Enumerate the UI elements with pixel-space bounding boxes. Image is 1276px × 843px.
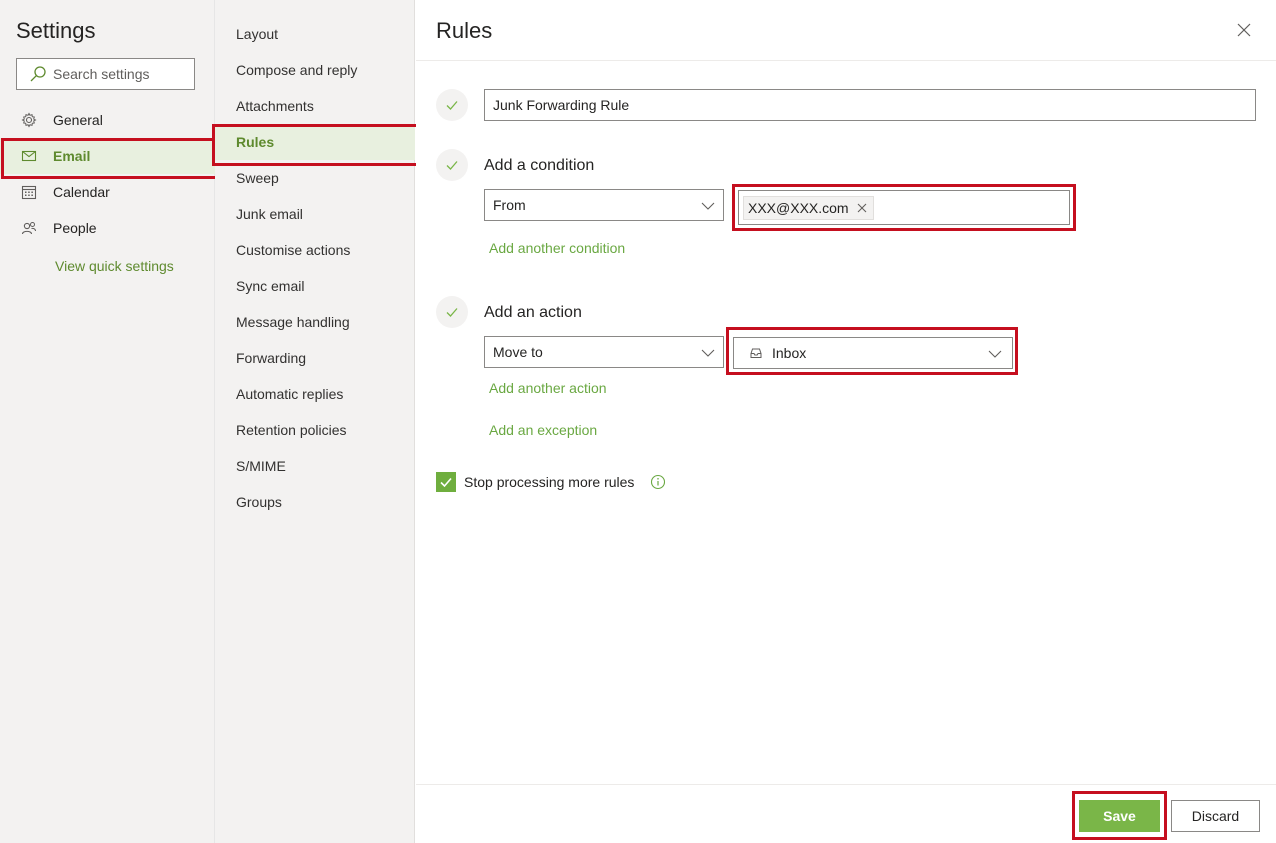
header-divider <box>416 60 1276 61</box>
rule-name-input[interactable] <box>484 89 1256 121</box>
stop-processing-checkbox[interactable] <box>436 472 456 492</box>
subnav-item-layout[interactable]: Layout <box>215 16 415 52</box>
stop-processing-label: Stop processing more rules <box>464 474 635 490</box>
nav-item-general-label: General <box>53 112 103 128</box>
action-type-value: Move to <box>493 344 543 360</box>
nav-item-calendar-label: Calendar <box>53 184 110 200</box>
rules-title: Rules <box>436 18 493 43</box>
email-subnav: Layout Compose and reply Attachments Rul… <box>212 16 420 520</box>
action-type-dropdown[interactable]: Move to <box>484 336 724 368</box>
chevron-down-icon <box>988 350 1002 358</box>
subnav-item-junk-email[interactable]: Junk email <box>215 196 415 232</box>
subnav-item-sweep[interactable]: Sweep <box>215 160 415 196</box>
add-another-action-link[interactable]: Add another action <box>489 380 607 396</box>
nav-item-email[interactable]: Email <box>0 138 218 179</box>
footer-divider <box>416 784 1276 785</box>
search-box[interactable] <box>16 58 195 90</box>
subnav-item-automatic-replies[interactable]: Automatic replies <box>215 376 415 412</box>
folder-dropdown[interactable]: Inbox <box>733 337 1013 369</box>
subnav-item-smime[interactable]: S/MIME <box>215 448 415 484</box>
recipient-chip: XXX@XXX.com <box>743 195 874 220</box>
view-quick-settings-link[interactable]: View quick settings <box>55 258 174 274</box>
nav-item-people[interactable]: People <box>0 210 215 246</box>
condition-type-dropdown[interactable]: From <box>484 189 724 221</box>
mail-icon <box>20 147 38 165</box>
subnav-item-attachments[interactable]: Attachments <box>215 88 415 124</box>
rule-name-step-check-icon <box>436 89 468 121</box>
subnav-item-sync-email[interactable]: Sync email <box>215 268 415 304</box>
remove-recipient-icon[interactable] <box>857 202 869 214</box>
search-icon <box>29 65 47 83</box>
subnav-item-groups[interactable]: Groups <box>215 484 415 520</box>
close-button[interactable] <box>1232 18 1256 42</box>
action-value-highlight: Inbox <box>726 327 1018 375</box>
nav-item-general[interactable]: General <box>0 102 215 138</box>
add-condition-label: Add a condition <box>484 157 595 174</box>
chevron-down-icon <box>701 349 715 357</box>
stop-processing-row: Stop processing more rules <box>436 472 666 492</box>
checkmark-icon <box>440 477 452 488</box>
settings-nav: General Email Calendar People <box>0 102 218 246</box>
save-button-highlight: Save <box>1072 791 1167 840</box>
condition-step-check-icon <box>436 149 468 181</box>
subnav-item-forwarding[interactable]: Forwarding <box>215 340 415 376</box>
search-input[interactable] <box>53 66 193 82</box>
add-exception-link[interactable]: Add an exception <box>489 422 597 438</box>
condition-value-highlight: XXX@XXX.com <box>732 184 1076 231</box>
settings-sidebar: Settings General Email Calendar <box>0 0 218 843</box>
condition-recipient-input[interactable]: XXX@XXX.com <box>738 190 1070 225</box>
discard-button[interactable]: Discard <box>1171 800 1260 832</box>
folder-dropdown-value: Inbox <box>772 345 807 361</box>
subnav-item-compose-and-reply[interactable]: Compose and reply <box>215 52 415 88</box>
calendar-icon <box>20 183 38 201</box>
recipient-chip-label: XXX@XXX.com <box>748 199 849 216</box>
nav-item-calendar[interactable]: Calendar <box>0 174 215 210</box>
condition-type-value: From <box>493 197 526 213</box>
action-step-check-icon <box>436 296 468 328</box>
subnav-item-message-handling[interactable]: Message handling <box>215 304 415 340</box>
nav-item-people-label: People <box>53 220 97 236</box>
people-icon <box>20 219 38 237</box>
gear-icon <box>20 111 38 129</box>
inbox-icon <box>750 346 764 360</box>
info-icon[interactable] <box>650 474 666 490</box>
subnav-item-customise-actions[interactable]: Customise actions <box>215 232 415 268</box>
add-action-label: Add an action <box>484 304 582 321</box>
chevron-down-icon <box>701 202 715 210</box>
close-icon <box>1237 23 1251 37</box>
nav-item-email-label: Email <box>53 148 91 164</box>
save-button[interactable]: Save <box>1079 800 1160 832</box>
subnav-item-rules[interactable]: Rules <box>212 124 420 166</box>
subnav-item-retention-policies[interactable]: Retention policies <box>215 412 415 448</box>
add-another-condition-link[interactable]: Add another condition <box>489 240 625 256</box>
settings-title: Settings <box>16 18 96 43</box>
rules-panel: Rules Add a condition From XXX@XXX.com A… <box>416 0 1276 843</box>
